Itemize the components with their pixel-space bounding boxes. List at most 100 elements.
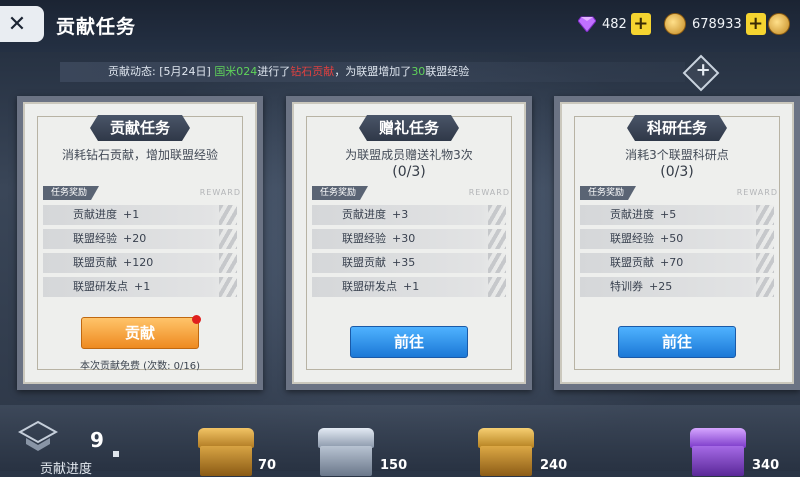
reward-row: 贡献进度 +5	[580, 205, 778, 225]
card-description: 消耗3个联盟科研点	[625, 148, 729, 162]
contribute-button[interactable]: 贡献	[81, 315, 201, 349]
reward-label: 特训券	[610, 280, 643, 293]
reward-amount: +70	[660, 256, 684, 269]
chest-body	[692, 446, 744, 476]
task-progress: (0/3)	[660, 164, 694, 180]
third-resource	[768, 12, 790, 36]
news-middle: 进行了	[257, 65, 291, 78]
reward-amount: +3	[392, 208, 409, 221]
go-button-gift[interactable]: 前往	[350, 326, 468, 358]
reward-label: 联盟研发点	[342, 280, 397, 293]
reward-row: 联盟研发点 +1	[312, 277, 510, 297]
card-description: 为联盟成员赠送礼物3次	[345, 148, 473, 162]
contribution-crest-icon	[18, 420, 58, 451]
gem-counter: 482 +	[578, 12, 651, 36]
reward-label: 联盟贡献	[73, 256, 117, 269]
news-date: [5月24日]	[159, 65, 211, 78]
chest-purple[interactable]	[690, 428, 746, 476]
reward-amount: +35	[392, 256, 416, 269]
task-progress: (0/3)	[392, 164, 426, 180]
reward-label: 联盟贡献	[610, 256, 654, 269]
reward-row: 联盟经验 +20	[43, 229, 241, 249]
progress-marker	[113, 451, 119, 457]
reward-amount: +1	[134, 280, 151, 293]
reward-list: 贡献进度 +1 联盟经验 +20 联盟贡献 +120 联盟研发点 +1	[43, 205, 241, 301]
reward-row: 联盟贡献 +35	[312, 253, 510, 273]
card-paper: 科研任务 消耗3个联盟科研点 (0/3) 任务奖励 REWARD 贡献进度 +5 …	[560, 102, 794, 384]
add-gems-button[interactable]: +	[630, 13, 651, 35]
chest-lid	[318, 428, 374, 448]
reward-amount: +20	[123, 232, 147, 245]
card-description: 消耗钻石贡献，增加联盟经验	[61, 148, 218, 162]
reward-header: 任务奖励 REWARD	[43, 186, 241, 200]
task-card-gift: 赠礼任务 为联盟成员赠送礼物3次 (0/3) 任务奖励 REWARD 贡献进度 +…	[286, 96, 532, 390]
contribution-count: 9	[90, 428, 104, 452]
close-icon: ✕	[7, 11, 27, 37]
gold-counter: 678933 +	[664, 12, 766, 36]
task-card-contribute: 贡献任务 消耗钻石贡献，增加联盟经验 任务奖励 REWARD 贡献进度 +1 联盟…	[17, 96, 263, 390]
go-button-research[interactable]: 前往	[618, 326, 736, 358]
page-title: 贡献任务	[56, 16, 137, 38]
card-title: 赠礼任务	[359, 115, 459, 141]
reward-amount: +5	[660, 208, 677, 221]
chest-lid	[478, 428, 534, 448]
close-button[interactable]: ✕	[0, 6, 44, 42]
chest-body	[480, 446, 532, 476]
reward-label: 联盟经验	[342, 232, 386, 245]
reward-row: 联盟经验 +30	[312, 229, 510, 249]
reward-amount: +50	[660, 232, 684, 245]
reward-label: 贡献进度	[610, 208, 654, 221]
reward-tag: 任务奖励	[580, 186, 636, 200]
reward-label: 贡献进度	[73, 208, 117, 221]
reward-row: 联盟贡献 +120	[43, 253, 241, 273]
task-card-research: 科研任务 消耗3个联盟科研点 (0/3) 任务奖励 REWARD 贡献进度 +5 …	[554, 96, 800, 390]
news-action: 钻石贡献	[290, 65, 335, 78]
reward-tag: 任务奖励	[43, 186, 99, 200]
chest-lid	[198, 428, 254, 448]
reward-en-label: REWARD	[199, 188, 241, 197]
news-suffix1: ，为联盟增加了	[334, 65, 412, 78]
chest-body	[200, 446, 252, 476]
news-suffix2: 联盟经验	[425, 65, 470, 78]
reward-amount: +1	[403, 280, 420, 293]
chest-body	[320, 446, 372, 476]
card-paper: 赠礼任务 为联盟成员赠送礼物3次 (0/3) 任务奖励 REWARD 贡献进度 +…	[292, 102, 526, 384]
reward-amount: +30	[392, 232, 416, 245]
free-contribution-note: 本次贡献免费 (次数: 0/16)	[80, 361, 200, 372]
reward-tag: 任务奖励	[312, 186, 368, 200]
reward-list: 贡献进度 +3 联盟经验 +30 联盟贡献 +35 联盟研发点 +1	[312, 205, 510, 301]
gold-amount: 678933	[692, 16, 742, 32]
card-title: 贡献任务	[90, 115, 190, 141]
reward-row: 特训券 +25	[580, 277, 778, 297]
news-amount: 30	[411, 65, 426, 78]
reward-list: 贡献进度 +5 联盟经验 +50 联盟贡献 +70 特训券 +25	[580, 205, 778, 301]
reward-amount: +25	[649, 280, 673, 293]
contribute-button-label: 贡献	[124, 324, 155, 342]
header-bar: ✕ 贡献任务 482 + 678933 +	[0, 0, 800, 52]
reward-row: 贡献进度 +1	[43, 205, 241, 225]
reward-en-label: REWARD	[736, 188, 778, 197]
diamond-icon	[578, 16, 596, 32]
news-player: 国米024	[214, 65, 258, 78]
chest-gold[interactable]	[198, 428, 254, 476]
reward-row: 贡献进度 +3	[312, 205, 510, 225]
reward-row: 联盟贡献 +70	[580, 253, 778, 273]
gem-amount: 482	[602, 16, 627, 32]
reward-row: 联盟研发点 +1	[43, 277, 241, 297]
contribution-news: 贡献动态: [5月24日] 国米024进行了钻石贡献，为联盟增加了30联盟经验	[60, 62, 685, 82]
gold-coin-icon	[664, 13, 686, 35]
reward-label: 联盟经验	[610, 232, 654, 245]
notification-dot	[192, 315, 201, 324]
reward-amount: +120	[123, 256, 154, 269]
news-prefix: 贡献动态:	[108, 65, 156, 78]
card-paper: 贡献任务 消耗钻石贡献，增加联盟经验 任务奖励 REWARD 贡献进度 +1 联盟…	[23, 102, 257, 384]
resource-icon	[768, 13, 790, 35]
reward-label: 贡献进度	[342, 208, 386, 221]
chest-silver[interactable]	[318, 428, 374, 476]
chest-lid	[690, 428, 746, 448]
add-gold-button[interactable]: +	[745, 13, 766, 35]
chest-gold-2[interactable]	[478, 428, 534, 476]
reward-header: 任务奖励 REWARD	[580, 186, 778, 200]
reward-label: 联盟贡献	[342, 256, 386, 269]
reward-amount: +1	[123, 208, 140, 221]
